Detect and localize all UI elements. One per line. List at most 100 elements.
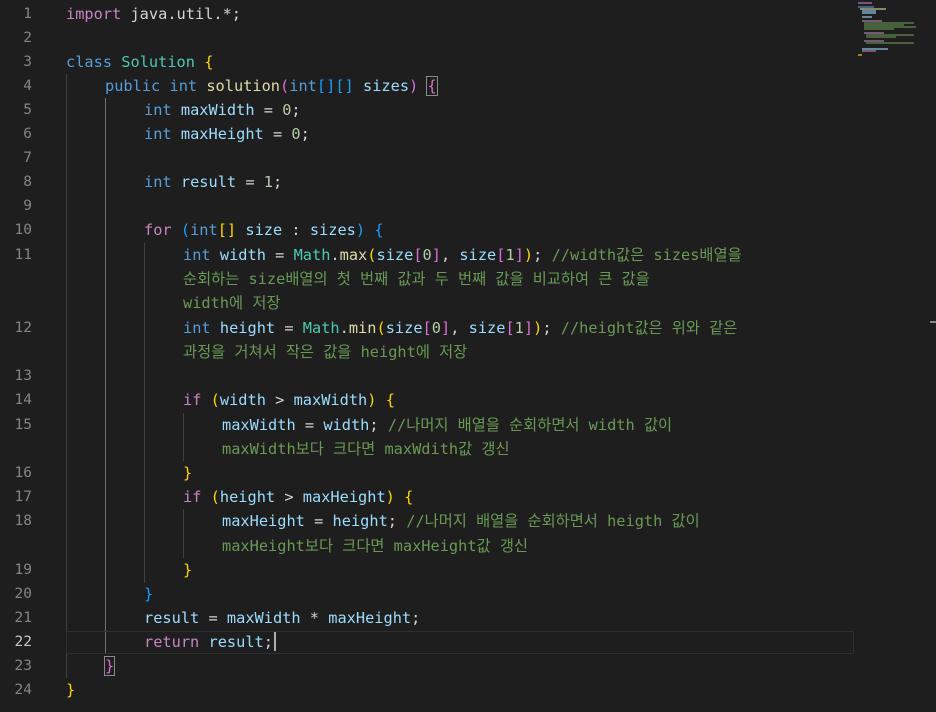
token-bracket: [ <box>413 246 423 264</box>
code-line-11[interactable]: int width = Math.max(size[0], size[1]); … <box>183 243 742 267</box>
token-operator: = <box>199 609 227 627</box>
token-keyword: int <box>169 77 198 95</box>
token-comment: //height값은 위와 같은 <box>560 319 738 337</box>
minimap-line <box>866 36 896 38</box>
token-function: max <box>339 246 368 264</box>
line-number: 20 <box>14 586 32 602</box>
token-keyword: class <box>66 53 113 71</box>
token-punctuation: ; <box>272 173 283 191</box>
minimap-line <box>858 54 862 56</box>
code-line-16[interactable]: } <box>183 461 192 485</box>
token-class: Math <box>302 319 340 337</box>
token-paren: ) <box>523 246 534 264</box>
code-line-11-wrap[interactable]: width에 저장 <box>183 291 280 315</box>
line-number: 14 <box>14 392 32 408</box>
token-function: min <box>348 319 377 337</box>
token-brace: { <box>374 221 384 239</box>
token-operator: = <box>236 173 264 191</box>
token-variable: maxHeight <box>302 488 386 506</box>
minimap-line <box>862 12 876 14</box>
minimap-line <box>864 28 894 30</box>
token-variable: maxWidth <box>222 416 296 434</box>
token-class: Math <box>293 246 331 264</box>
token-punctuation: , <box>450 319 469 337</box>
token-variable: maxWidth <box>226 609 301 627</box>
token-variable: size <box>385 319 423 337</box>
code-line-23[interactable]: } <box>103 654 116 678</box>
token-punctuation: ; <box>300 125 310 143</box>
line-number: 19 <box>14 562 32 578</box>
indent-guide <box>183 413 184 461</box>
token-operator: = <box>263 125 292 143</box>
line-number: 12 <box>14 320 32 336</box>
token-variable: width <box>219 391 266 409</box>
token-number: 0 <box>431 319 441 337</box>
token-keyword: return <box>144 633 200 651</box>
token-brace: { <box>404 488 414 506</box>
code-line-5[interactable]: int maxWidth = 0; <box>144 98 301 122</box>
code-line-15-wrap[interactable]: maxWidth보다 크다면 maxWdith값 갱신 <box>222 437 510 461</box>
token-bracket: [ <box>316 77 327 95</box>
token-punctuation: ; <box>291 101 301 119</box>
code-line-12-wrap[interactable]: 과정을 거쳐서 작은 값을 height에 저장 <box>183 340 467 364</box>
code-line-17[interactable]: if (height > maxHeight) { <box>183 485 413 509</box>
code-line-18-wrap[interactable]: maxHeight보다 크다면 maxHeight값 갱신 <box>222 534 528 558</box>
token-variable: width <box>219 246 266 264</box>
token-paren: ) <box>533 319 543 337</box>
token-keyword: for <box>144 221 172 239</box>
code-line-11-wrap[interactable]: 순회하는 size배열의 첫 번째 값과 두 번째 값을 비교하여 큰 값을 <box>183 267 650 291</box>
token-variable: height <box>219 319 276 337</box>
token-operator: = <box>275 319 303 337</box>
code-line-15[interactable]: maxWidth = width; //나머지 배열을 순회하면서 width … <box>222 413 672 437</box>
code-line-20[interactable]: } <box>144 582 153 606</box>
token-number: 0 <box>422 246 432 264</box>
scrollbar-marker[interactable] <box>930 321 936 323</box>
token-comment: maxWidth보다 크다면 maxWdith값 갱신 <box>222 440 510 458</box>
token-punctuation: ; <box>263 633 273 651</box>
token-variable: size <box>459 246 497 264</box>
code-line-22[interactable]: return result; <box>144 630 276 654</box>
token-paren: ) <box>355 221 366 239</box>
token-comment: //width값은 sizes배열을 <box>551 246 742 264</box>
token-variable: size <box>468 319 506 337</box>
code-line-1[interactable]: import java.util.*; <box>66 2 241 26</box>
minimap[interactable] <box>854 0 934 60</box>
token-keyword: if <box>183 488 202 506</box>
code-line-6[interactable]: int maxHeight = 0; <box>144 122 310 146</box>
token-bracket: [ <box>505 319 515 337</box>
line-number: 8 <box>23 174 32 190</box>
code-line-4[interactable]: public int solution(int[][] sizes) { <box>105 74 438 98</box>
minimap-line <box>862 16 872 18</box>
line-number: 3 <box>23 54 32 70</box>
token-variable: sizes <box>309 221 356 239</box>
token-operator: = <box>265 246 294 264</box>
token-type: int <box>144 173 172 191</box>
code-line-14[interactable]: if (width > maxWidth) { <box>183 388 395 412</box>
code-line-12[interactable]: int height = Math.min(size[0], size[1]);… <box>183 316 737 340</box>
line-number: 17 <box>14 489 32 505</box>
token-variable: sizes <box>362 77 410 95</box>
code-editor[interactable]: 1 2 3 4 5 6 7 8 9 10 11 12 13 14 15 16 1… <box>0 0 936 712</box>
token-comment: width에 저장 <box>183 294 281 312</box>
code-line-10[interactable]: for (int[] size : sizes) { <box>144 218 384 242</box>
token-punctuation: ; <box>369 416 379 434</box>
token-paren: ( <box>180 221 191 239</box>
line-number: 24 <box>14 682 32 698</box>
token-type: int <box>144 101 172 119</box>
indent-guide <box>66 74 67 678</box>
token-bracket: ] <box>523 319 534 337</box>
token-variable: maxWidth <box>180 101 255 119</box>
token-paren: ) <box>385 488 395 506</box>
code-line-3[interactable]: class Solution { <box>66 50 213 74</box>
token-type: int <box>144 125 172 143</box>
token-variable: height <box>332 512 388 530</box>
code-line-18[interactable]: maxHeight = height; //나머지 배열을 순회하면서 heig… <box>222 509 700 533</box>
code-line-8[interactable]: int result = 1; <box>144 170 282 194</box>
code-line-19[interactable]: } <box>183 558 192 582</box>
token-paren: ( <box>376 319 386 337</box>
code-line-21[interactable]: result = maxWidth * maxHeight; <box>144 606 420 630</box>
code-line-24[interactable]: } <box>66 678 75 702</box>
token-operator: = <box>295 416 324 434</box>
token-paren: ( <box>210 391 220 409</box>
token-type: int <box>183 319 211 337</box>
